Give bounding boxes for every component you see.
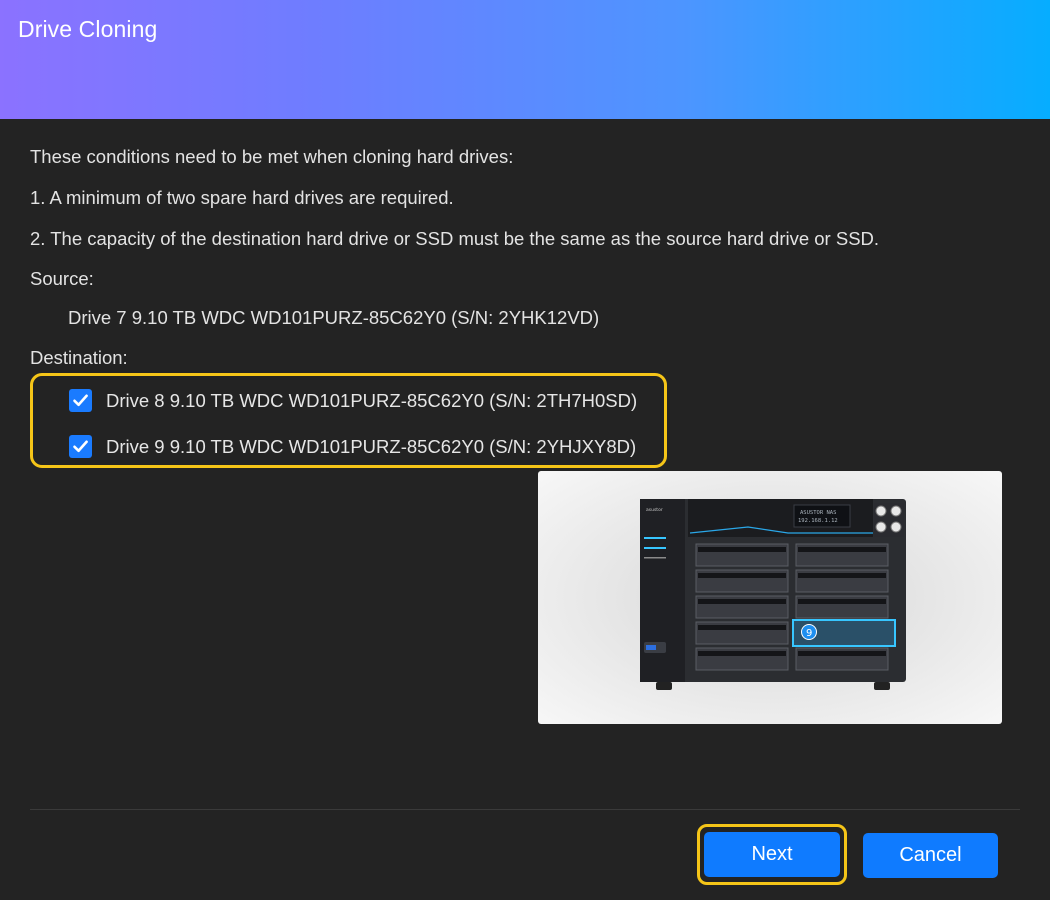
footer-divider	[30, 809, 1020, 810]
source-label: Source:	[30, 268, 94, 289]
conditions-intro: These conditions need to be met when clo…	[30, 146, 514, 167]
nas-brand-text: asustor	[646, 507, 663, 513]
dialog-title: Drive Cloning	[18, 16, 158, 42]
dialog-header: Drive Cloning	[0, 0, 1050, 119]
nas-illustration: asustor ASUSTOR NAS 192.168.1.12 9	[538, 471, 1002, 724]
destination-drive-8-label: Drive 8 9.10 TB WDC WD101PURZ-85C62Y0 (S…	[106, 389, 638, 411]
checkbox-checked-icon[interactable]	[69, 389, 92, 412]
checkbox-checked-icon[interactable]	[69, 435, 92, 458]
cancel-button[interactable]: Cancel	[863, 833, 998, 878]
next-button[interactable]: Next	[704, 832, 840, 877]
nas-bay-number: 9	[806, 628, 812, 639]
condition-2: 2. The capacity of the destination hard …	[30, 228, 880, 249]
destination-list: Drive 8 9.10 TB WDC WD101PURZ-85C62Y0 (S…	[30, 373, 667, 468]
drive-cloning-dialog: Drive Cloning These conditions need to b…	[0, 0, 1050, 900]
nas-lcd-line1: ASUSTOR NAS	[800, 510, 836, 516]
destination-label: Destination:	[30, 347, 128, 368]
destination-drive-9-label: Drive 9 9.10 TB WDC WD101PURZ-85C62Y0 (S…	[106, 435, 637, 457]
destination-drive-9[interactable]: Drive 9 9.10 TB WDC WD101PURZ-85C62Y0 (S…	[69, 435, 636, 458]
condition-1: 1. A minimum of two spare hard drives ar…	[30, 187, 454, 208]
source-drive: Drive 7 9.10 TB WDC WD101PURZ-85C62Y0 (S…	[68, 307, 600, 328]
destination-drive-8[interactable]: Drive 8 9.10 TB WDC WD101PURZ-85C62Y0 (S…	[69, 389, 637, 412]
nas-device-image: asustor ASUSTOR NAS 192.168.1.12 9	[640, 499, 906, 690]
nas-lcd-line2: 192.168.1.12	[798, 518, 838, 524]
